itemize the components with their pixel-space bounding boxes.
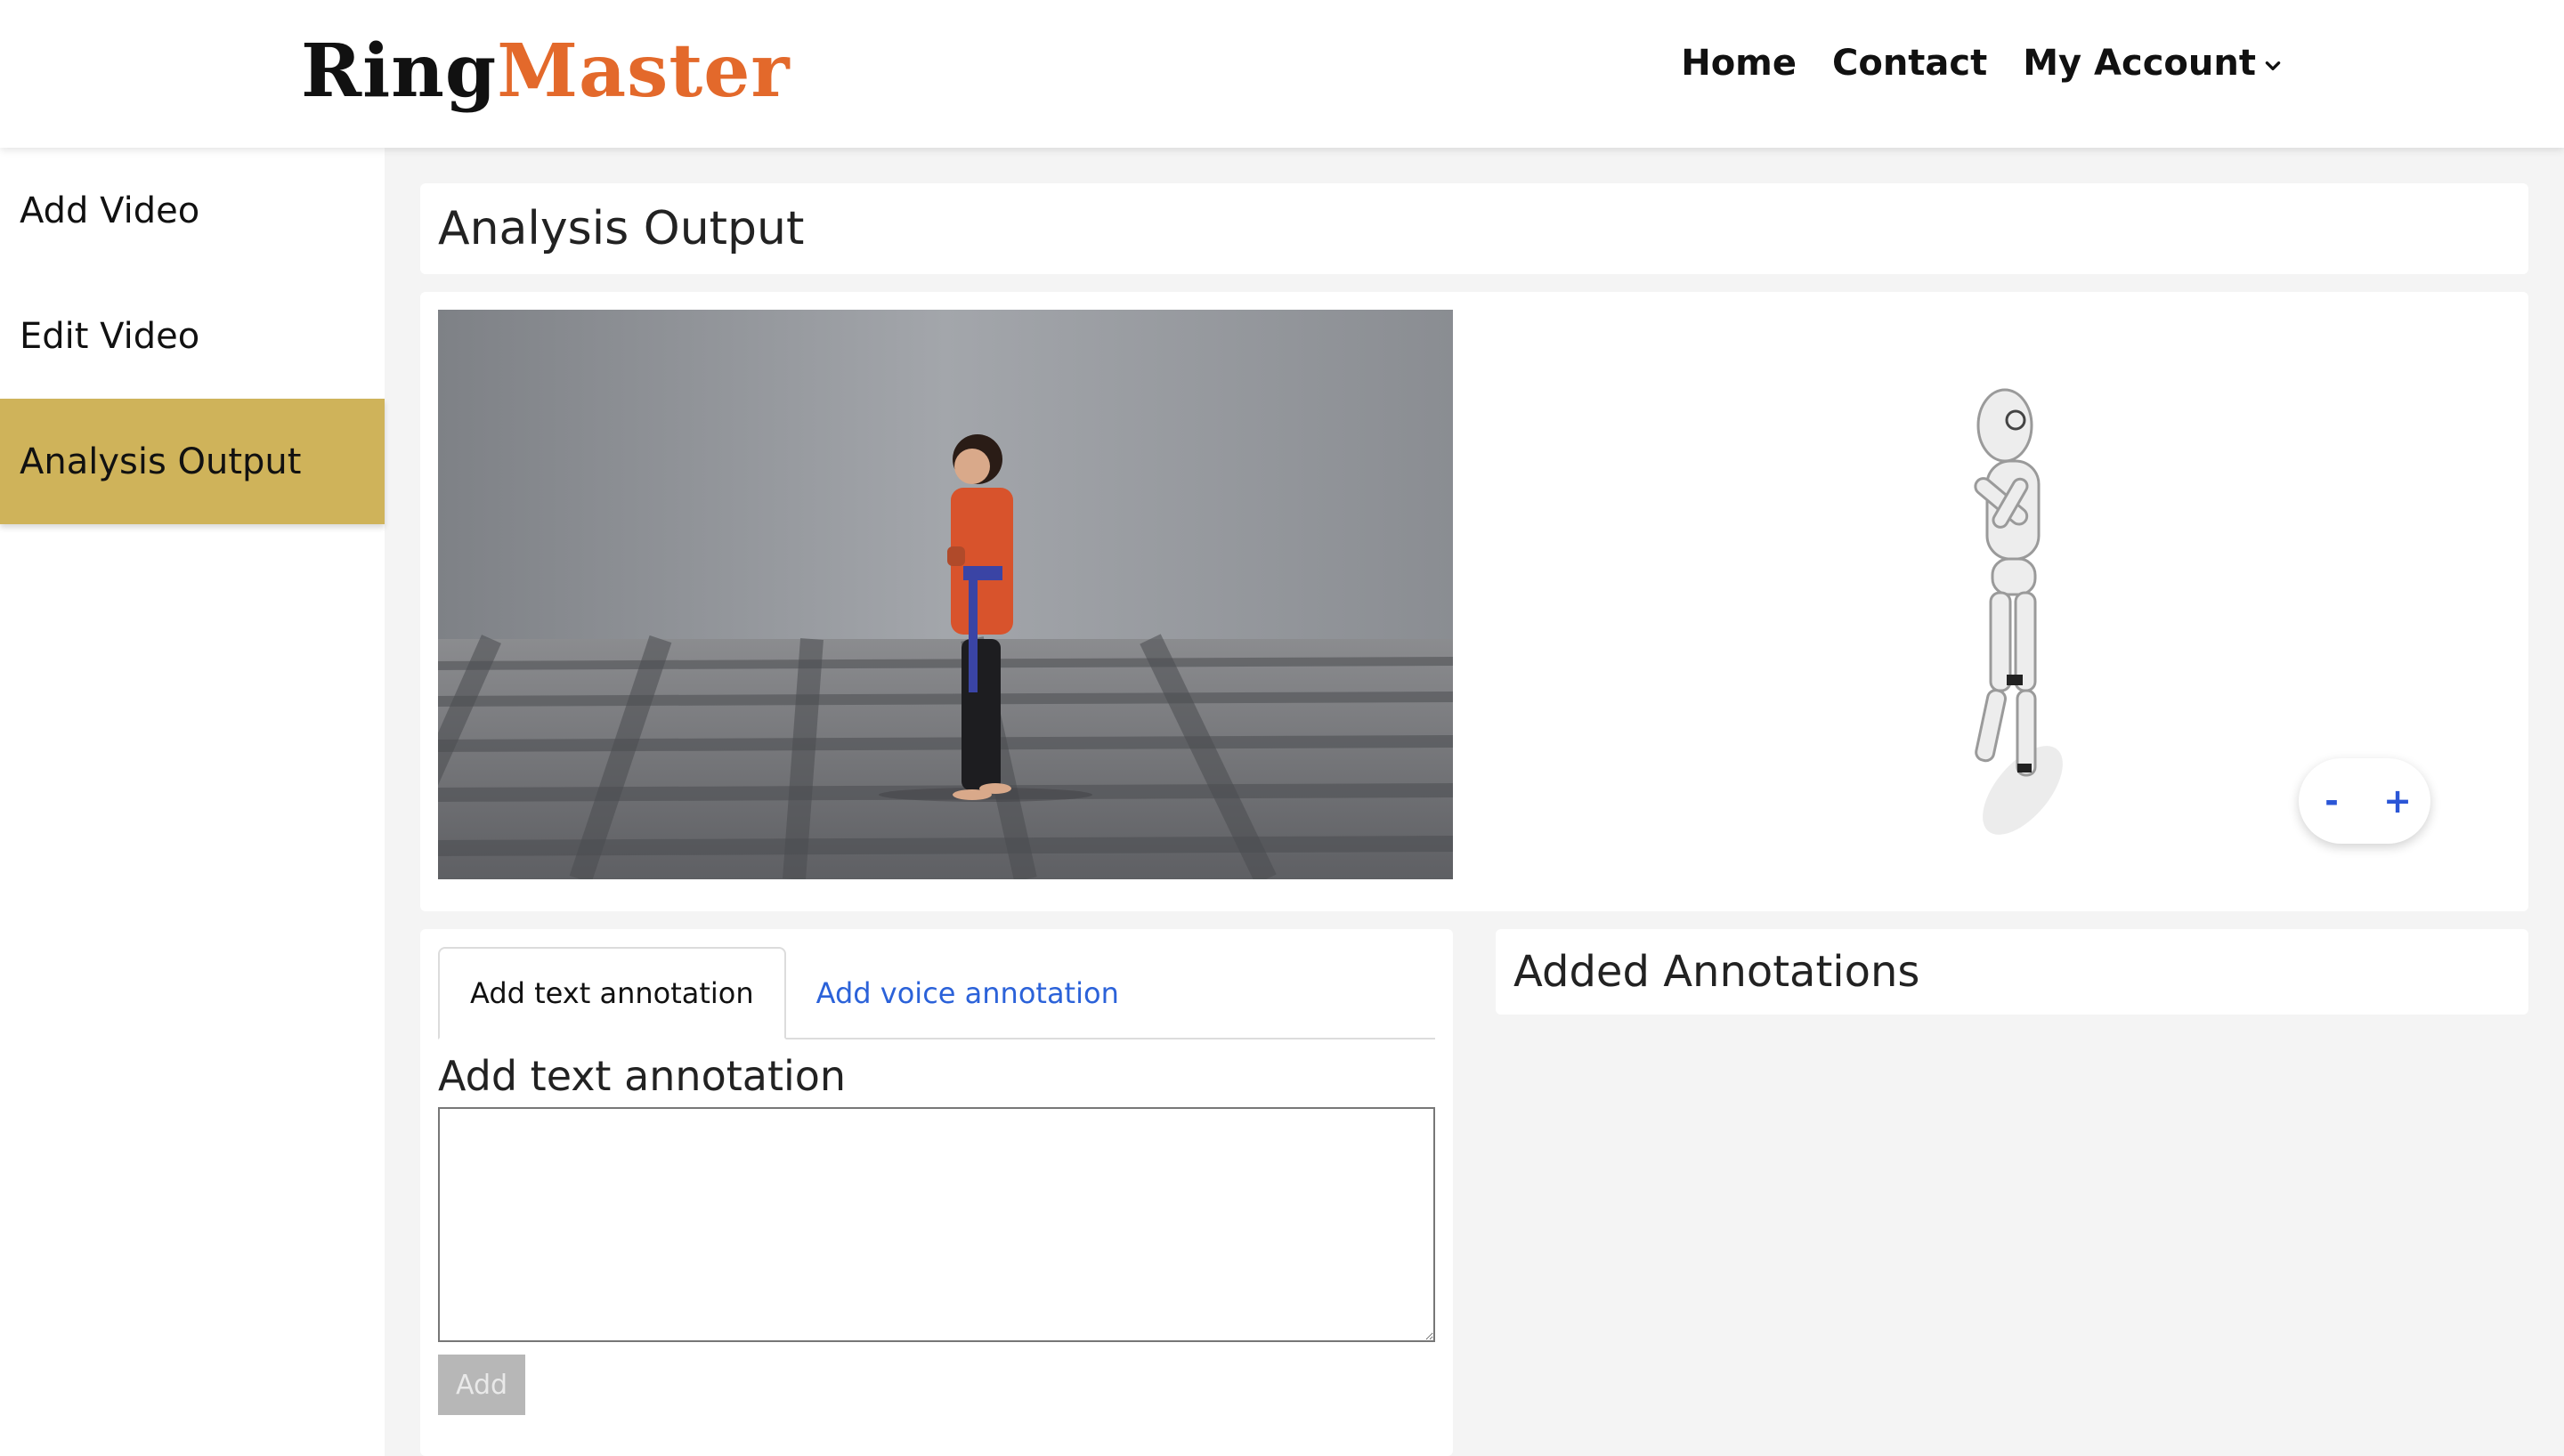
nav-home[interactable]: Home: [1681, 43, 1797, 84]
sidebar-item-analysis-output[interactable]: Analysis Output: [0, 399, 385, 524]
nav-my-account[interactable]: My Account: [2023, 43, 2283, 84]
sidebar-item-label: Analysis Output: [20, 441, 302, 482]
annotation-form-card: Add text annotation Add voice annotation…: [420, 929, 1453, 1456]
sidebar: Add Video Edit Video Analysis Output: [0, 148, 385, 1456]
chevron-down-icon: [2265, 61, 2281, 70]
tab-add-voice-annotation[interactable]: Add voice annotation: [786, 947, 1149, 1039]
sidebar-item-add-video[interactable]: Add Video: [0, 148, 385, 273]
sidebar-item-label: Add Video: [20, 190, 200, 231]
added-annotations-card: Added Annotations: [1496, 929, 2528, 1015]
page-title: Analysis Output: [438, 202, 805, 255]
zoom-out-button[interactable]: -: [2305, 781, 2358, 821]
add-annotation-button[interactable]: Add: [438, 1355, 525, 1415]
zoom-control: - +: [2299, 758, 2430, 844]
sidebar-item-edit-video[interactable]: Edit Video: [0, 273, 385, 399]
nav-my-account-label: My Account: [2023, 43, 2256, 84]
main-nav: Home Contact My Account: [1681, 43, 2283, 84]
sidebar-item-label: Edit Video: [20, 315, 200, 357]
zoom-in-button[interactable]: +: [2371, 781, 2424, 821]
nav-contact[interactable]: Contact: [1832, 43, 1987, 84]
top-header: Ring Master Home Contact My Account: [0, 0, 2564, 148]
tab-add-text-annotation[interactable]: Add text annotation: [438, 947, 786, 1039]
logo-master-text: Master: [497, 28, 791, 114]
ringmaster-logo[interactable]: Ring Master: [301, 27, 791, 116]
media-card: - +: [420, 292, 2528, 911]
annotation-tabs: Add text annotation Add voice annotation: [438, 947, 1435, 1039]
video-frame-image: [438, 310, 1453, 879]
video-player[interactable]: [438, 310, 1453, 879]
page-title-card: Analysis Output: [420, 183, 2528, 274]
logo-ring-text: Ring: [301, 28, 498, 114]
annotation-textarea[interactable]: [438, 1107, 1435, 1342]
added-annotations-title: Added Annotations: [1513, 947, 1920, 997]
annotation-form-title: Add text annotation: [438, 1052, 847, 1100]
